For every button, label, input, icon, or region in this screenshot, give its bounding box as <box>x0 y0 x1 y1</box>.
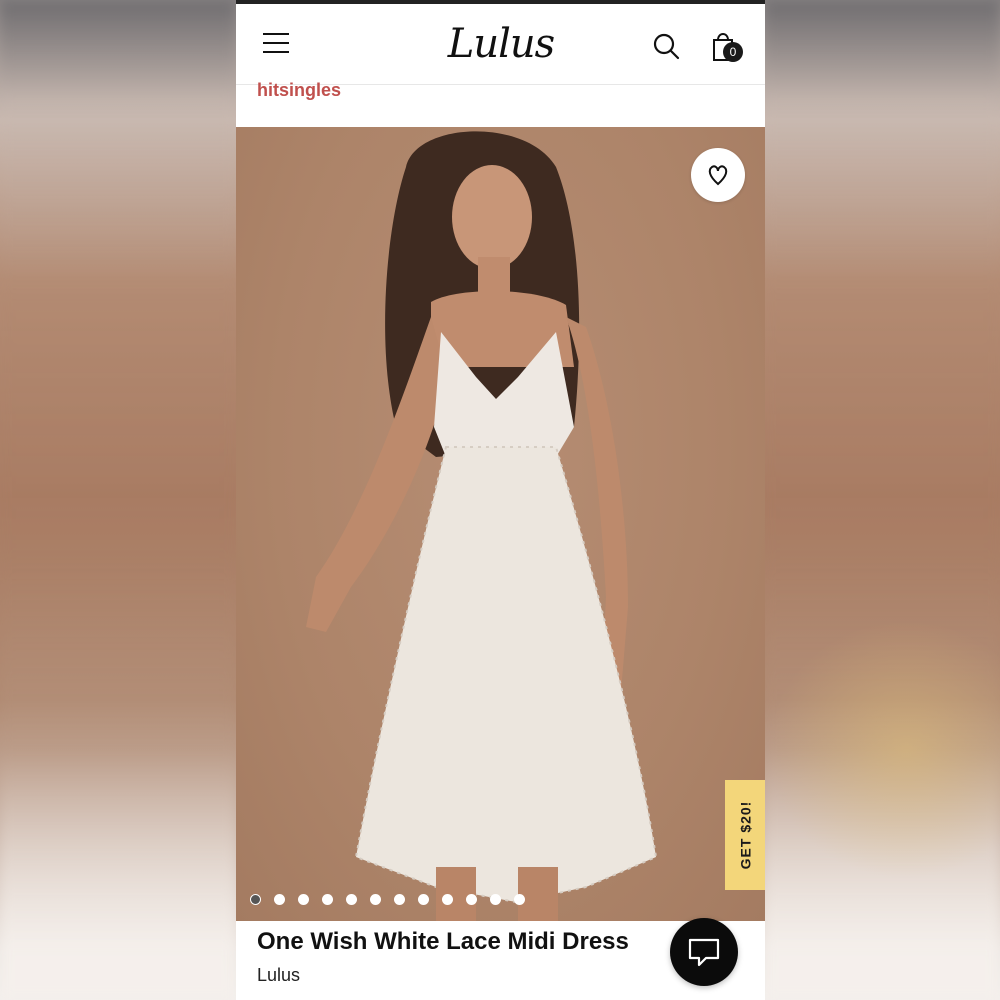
gallery-dot[interactable] <box>442 894 453 905</box>
gallery-dot[interactable] <box>370 894 381 905</box>
blurred-background-left <box>0 0 236 1000</box>
heart-icon <box>708 165 728 186</box>
product-image[interactable]: GET $20! <box>236 127 765 921</box>
promo-label: GET $20! <box>737 800 754 870</box>
gallery-dot[interactable] <box>514 894 525 905</box>
gallery-dot[interactable] <box>418 894 429 905</box>
gallery-dot[interactable] <box>322 894 333 905</box>
chat-button[interactable] <box>670 918 738 986</box>
chat-bubble-icon <box>688 938 720 967</box>
background-glow <box>766 620 1000 880</box>
gallery-dot[interactable] <box>250 894 261 905</box>
gallery-dot[interactable] <box>298 894 309 905</box>
site-header: Lulus 0 <box>236 4 765 85</box>
brand-link[interactable]: hitsingles <box>257 80 341 101</box>
gallery-dot[interactable] <box>394 894 405 905</box>
favorite-button[interactable] <box>691 148 745 202</box>
cart-count-badge: 0 <box>723 42 743 62</box>
mobile-page: Lulus 0 hitsingles GET $20! One Wish Whi… <box>236 0 765 1000</box>
gallery-pagination <box>250 894 525 906</box>
menu-icon[interactable] <box>263 33 289 53</box>
model-in-dress-image <box>306 131 658 921</box>
gallery-dot[interactable] <box>490 894 501 905</box>
product-brand[interactable]: Lulus <box>257 965 300 986</box>
site-logo[interactable]: Lulus <box>441 14 561 74</box>
gallery-dot[interactable] <box>274 894 285 905</box>
product-title: One Wish White Lace Midi Dress <box>257 928 629 955</box>
gallery-dot[interactable] <box>346 894 357 905</box>
promo-tab[interactable]: GET $20! <box>725 780 765 890</box>
search-icon[interactable] <box>652 32 680 60</box>
gallery-dot[interactable] <box>466 894 477 905</box>
